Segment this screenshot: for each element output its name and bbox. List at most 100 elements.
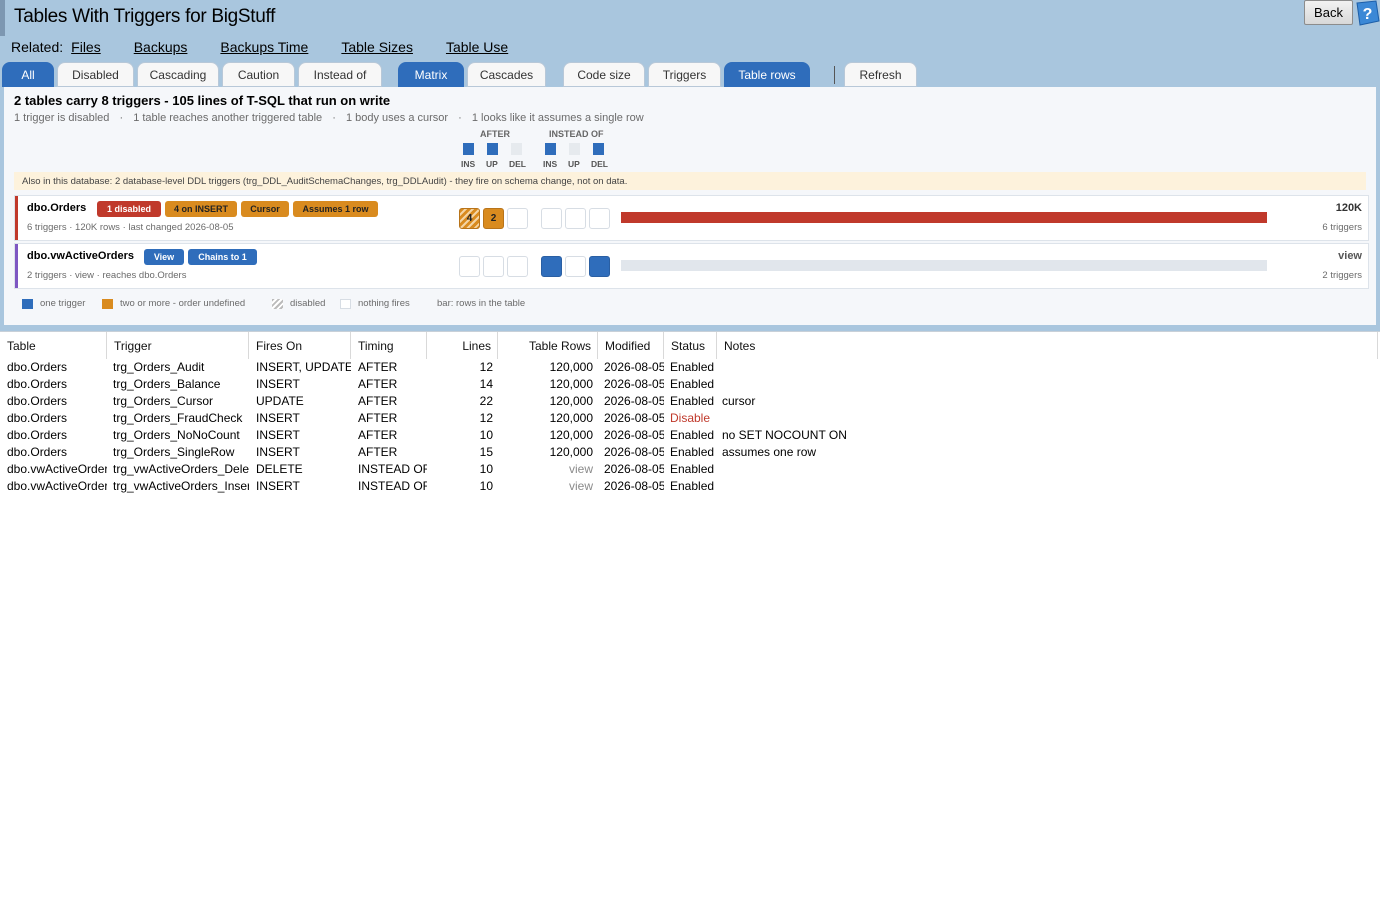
cell-lines: 10 (479, 462, 493, 476)
table-row[interactable]: dbo.Orders trg_Orders_Balance INSERT AFTER 1… (0, 376, 1380, 393)
col-header-fires-on[interactable]: Fires On (249, 332, 351, 359)
cell-timing: AFTER (358, 411, 398, 425)
matrix-cell-after-del[interactable] (507, 208, 528, 229)
col-header-timing[interactable]: Timing (351, 332, 427, 359)
view-cascades[interactable]: Cascades (467, 62, 546, 87)
matrix-col-instead-up: UP (568, 159, 580, 169)
cell-status: Enabled (670, 445, 715, 459)
back-button[interactable]: Back (1304, 0, 1353, 25)
fact-item: 1 trigger is disabled (14, 112, 110, 124)
filter-all[interactable]: All (2, 62, 54, 87)
cell-timing: AFTER (358, 377, 398, 391)
badge-view: View (144, 249, 184, 265)
col-header-table[interactable]: Table (0, 332, 107, 359)
sort-code-size[interactable]: Code size (563, 62, 645, 87)
matrix-cell-after-up[interactable]: 2 (483, 208, 504, 229)
matrix-cell-instead-up[interactable] (565, 256, 586, 277)
table-row[interactable]: dbo.Orders trg_Orders_NoNoCount INSERT AFTE… (0, 427, 1380, 444)
cell-notes (722, 359, 1372, 376)
table-row[interactable]: dbo.vwActiveOrders trg_vwActiveOrders_Del… (0, 461, 1380, 478)
cell-modified: 2026-08-05 (604, 394, 664, 408)
matrix-cell-after-ins[interactable] (459, 256, 480, 277)
table-row[interactable]: dbo.Orders trg_Orders_Cursor UPDATE AFTER 22… (0, 393, 1380, 410)
card-table-name: dbo.vwActiveOrders (27, 250, 134, 262)
filter-disabled[interactable]: Disabled (57, 62, 134, 87)
cell-table: dbo.Orders (7, 394, 68, 408)
cell-table: dbo.Orders (7, 428, 68, 442)
cell-fires-on: INSERT (256, 411, 300, 425)
cell-table-rows: 120,000 (549, 428, 593, 442)
cell-table: dbo.Orders (7, 360, 68, 374)
card-table-name: dbo.Orders (27, 202, 87, 214)
col-header-status[interactable]: Status (664, 332, 717, 359)
trigger-grid: Table Trigger Fires On Timing Lines Tabl… (0, 331, 1380, 917)
table-row[interactable]: dbo.vwActiveOrders trg_vwActiveOrders_Ins… (0, 478, 1380, 495)
col-header-table-rows[interactable]: Table Rows (498, 332, 598, 359)
matrix-cell-after-ins[interactable]: 4 (459, 208, 480, 229)
col-header-notes[interactable]: Notes (717, 332, 1378, 359)
matrix-cell-instead-ins[interactable] (541, 256, 562, 277)
table-card-orders[interactable]: dbo.Orders 1 disabled 4 on INSERT Cursor… (14, 195, 1369, 241)
matrix-cell-instead-del[interactable] (589, 208, 610, 229)
rows-bar-track (621, 260, 1267, 271)
matrix-cell-after-up[interactable] (483, 256, 504, 277)
matrix-cell-after-del[interactable] (507, 256, 528, 277)
cell-modified: 2026-08-05 (604, 411, 664, 425)
related-link-files[interactable]: Files (71, 39, 101, 55)
cell-timing: AFTER (358, 360, 398, 374)
legend-label: disabled (290, 298, 326, 309)
cell-fires-on: INSERT (256, 445, 300, 459)
cell-status: Enabled (670, 462, 715, 476)
legend-label: bar: rows in the table (437, 298, 526, 309)
matrix-cell-instead-up[interactable] (565, 208, 586, 229)
sort-table-rows[interactable]: Table rows (724, 62, 810, 87)
cell-table-rows: 120,000 (549, 445, 593, 459)
fact-item: 1 table reaches another triggered table (133, 112, 323, 124)
card-row-count: 120K (1335, 202, 1362, 214)
legend-swatch (272, 298, 283, 309)
filter-caution[interactable]: Caution (222, 62, 295, 87)
fact-separator: · (332, 112, 336, 124)
cell-trigger: trg_Orders_Cursor (113, 394, 214, 408)
matrix-cell-instead-ins[interactable] (541, 208, 562, 229)
cell-table-rows: 120,000 (549, 377, 593, 391)
table-row[interactable]: dbo.Orders trg_Orders_Audit INSERT, UPDATE… (0, 359, 1380, 376)
related-link-table-use[interactable]: Table Use (446, 39, 508, 55)
cell-status: Enabled (670, 360, 715, 374)
cell-modified: 2026-08-05 (604, 462, 664, 476)
cell-lines: 12 (479, 360, 493, 374)
sort-triggers[interactable]: Triggers (648, 62, 721, 87)
cell-notes (722, 461, 1372, 478)
cell-modified: 2026-08-05 (604, 479, 664, 493)
cell-status: Enabled (670, 428, 715, 442)
col-header-modified[interactable]: Modified (598, 332, 664, 359)
badge-on-insert: 4 on INSERT (165, 201, 237, 217)
badge-disabled: 1 disabled (97, 201, 161, 217)
col-header-lines[interactable]: Lines (427, 332, 498, 359)
help-icon[interactable]: ? (1354, 0, 1380, 26)
filter-instead-of[interactable]: Instead of (298, 62, 382, 87)
col-header-trigger[interactable]: Trigger (107, 332, 249, 359)
matrix-cell-instead-del[interactable] (589, 256, 610, 277)
view-matrix[interactable]: Matrix (398, 62, 464, 87)
matrix-key-after-del (511, 143, 522, 155)
title-bar: Tables With Triggers for BigStuff Back ? (0, 0, 1380, 38)
matrix-col-instead-del: DEL (591, 159, 608, 169)
cell-table-rows: view (568, 479, 593, 493)
related-link-backups[interactable]: Backups (134, 39, 188, 55)
card-accent (15, 244, 18, 288)
cell-fires-on: INSERT (256, 377, 300, 391)
related-link-table-sizes[interactable]: Table Sizes (341, 39, 413, 55)
related-link-backups-time[interactable]: Backups Time (220, 39, 308, 55)
cell-modified: 2026-08-05 (604, 377, 664, 391)
cell-lines: 10 (479, 428, 493, 442)
cell-notes: cursor (722, 394, 756, 408)
refresh-button[interactable]: Refresh (844, 62, 917, 87)
table-card-vwactiveorders[interactable]: dbo.vwActiveOrders View Chains to 1 2 tr… (14, 243, 1369, 289)
cell-lines: 22 (479, 394, 493, 408)
rows-bar-track (621, 212, 1267, 223)
legend-swatch (340, 298, 351, 309)
table-row[interactable]: dbo.Orders trg_Orders_FraudCheck INSERT AFT… (0, 410, 1380, 427)
filter-cascading[interactable]: Cascading (137, 62, 219, 87)
table-row[interactable]: dbo.Orders trg_Orders_SingleRow INSERT AFTE… (0, 444, 1380, 461)
